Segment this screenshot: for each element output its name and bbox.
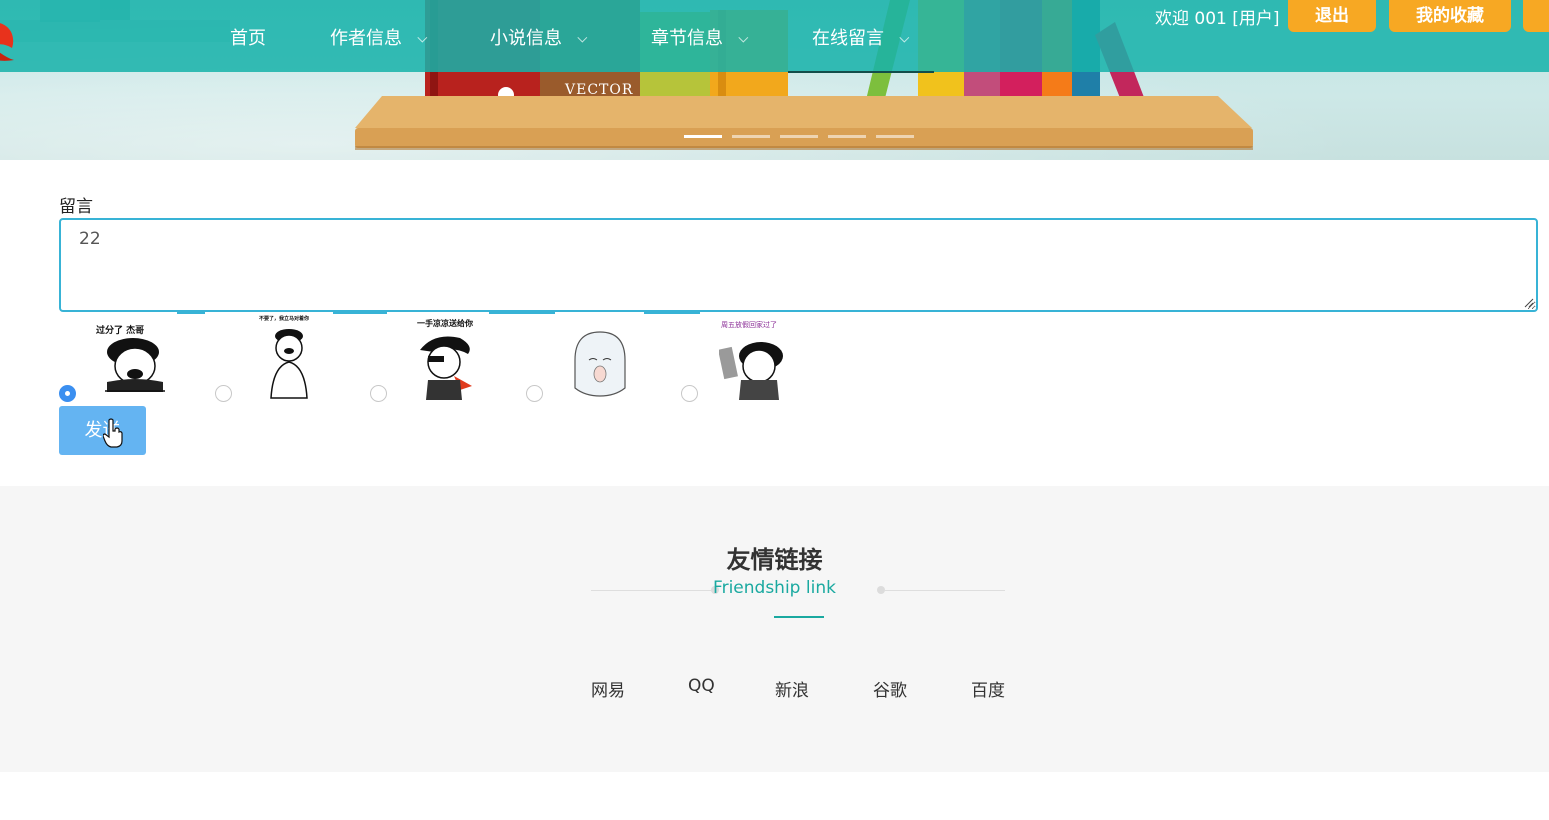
emoticon-caption-2: 不要了，我立马对着你 <box>259 316 310 322</box>
hand-pointer-cursor-icon <box>103 418 123 448</box>
emoticon-caption-3: 一手凉凉送给你 <box>417 319 473 328</box>
carousel-dot[interactable] <box>828 135 866 138</box>
nav-chapter-info-label: 章节信息 <box>651 28 723 49</box>
chevron-down-icon <box>899 32 910 43</box>
logo-leaf-icon[interactable] <box>0 12 22 62</box>
emoticon-radio-2[interactable] <box>215 385 232 402</box>
carousel-dot[interactable] <box>780 135 818 138</box>
emoticon-image-5[interactable]: 周五放假回家过了 <box>711 314 799 402</box>
meme-cool-guy-icon <box>420 336 472 400</box>
nav-chapter-info[interactable]: 章节信息 <box>651 24 749 50</box>
emoticon-image-1[interactable]: 过分了 杰哥 <box>89 314 177 402</box>
footer-accent-line <box>774 616 824 618</box>
meme-ghost-icon <box>574 331 626 397</box>
meme-bride-icon <box>270 329 308 399</box>
nav-home-label: 首页 <box>230 28 266 49</box>
emoticon-radio-3[interactable] <box>370 385 387 402</box>
emoticon-radio-1[interactable] <box>59 385 76 402</box>
divider <box>885 590 1005 591</box>
chevron-down-icon <box>577 32 588 43</box>
nav-online-message[interactable]: 在线留言 <box>812 24 910 50</box>
meme-phone-guy-icon <box>719 342 783 400</box>
emoticon-radio-4[interactable] <box>526 385 543 402</box>
divider <box>644 311 700 314</box>
divider <box>333 311 387 314</box>
footer-link-sina[interactable]: 新浪 <box>775 676 809 701</box>
message-label: 留言 <box>59 197 93 217</box>
nav-novel-info-label: 小说信息 <box>490 28 562 49</box>
divider <box>489 311 555 314</box>
banner-brand-label: VECTOR <box>565 82 634 98</box>
footer-link-baidu[interactable]: 百度 <box>971 676 1005 701</box>
my-favorites-button[interactable]: 我的收藏 <box>1389 0 1511 32</box>
emoticon-image-2[interactable]: 不要了，我立马对着你 <box>245 312 333 402</box>
emoticon-image-3[interactable]: 一手凉凉送给你 <box>400 312 489 402</box>
nav-author-info-label: 作者信息 <box>330 28 402 49</box>
footer-subtitle: Friendship link <box>713 578 836 598</box>
emoticon-caption-5: 周五放假回家过了 <box>721 321 777 329</box>
nav-home[interactable]: 首页 <box>230 24 266 50</box>
emoticon-radio-5[interactable] <box>681 385 698 402</box>
chevron-down-icon <box>417 32 428 43</box>
friendship-links-footer: 友情链接 Friendship link 网易 QQ 新浪 谷歌 百度 <box>0 486 1549 772</box>
chevron-down-icon <box>738 32 749 43</box>
emoticon-caption-1: 过分了 杰哥 <box>96 326 145 336</box>
carousel-dot[interactable] <box>732 135 770 138</box>
carousel-dot[interactable] <box>876 135 914 138</box>
logout-button[interactable]: 退出 <box>1288 0 1376 32</box>
footer-title: 友情链接 <box>726 546 823 574</box>
footer-link-netease[interactable]: 网易 <box>591 676 625 701</box>
divider-dot <box>877 586 885 594</box>
meme-face-icon <box>105 338 165 392</box>
divider <box>177 311 205 314</box>
nav-author-info[interactable]: 作者信息 <box>330 24 428 50</box>
message-textarea[interactable]: 22 <box>59 218 1538 312</box>
nav-novel-info[interactable]: 小说信息 <box>490 24 588 50</box>
footer-link-google[interactable]: 谷歌 <box>873 676 907 701</box>
footer-link-qq[interactable]: QQ <box>688 676 715 696</box>
emoticon-image-4[interactable] <box>555 312 644 402</box>
resize-grip-icon[interactable] <box>1524 298 1534 308</box>
carousel-dot[interactable] <box>684 135 722 138</box>
extra-header-button[interactable] <box>1523 0 1549 32</box>
top-navbar: 首页 作者信息 小说信息 章节信息 在线留言 欢迎 001 [用户] 退出 我的… <box>0 0 1549 73</box>
nav-online-message-label: 在线留言 <box>812 28 884 49</box>
nav-active-underline <box>788 71 934 73</box>
banner-carousel-indicators <box>684 135 914 139</box>
welcome-text: 欢迎 001 [用户] <box>1155 9 1280 29</box>
